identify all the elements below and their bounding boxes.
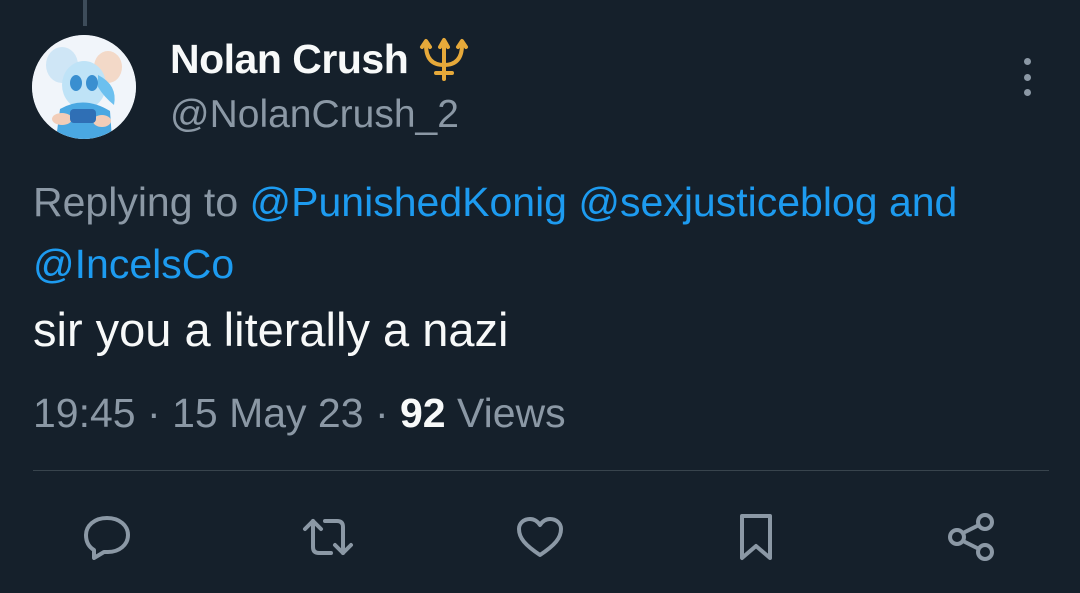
bookmark-button[interactable] bbox=[729, 510, 783, 564]
reply-button[interactable] bbox=[80, 510, 134, 564]
like-button[interactable] bbox=[513, 510, 567, 564]
views-label: Views bbox=[457, 390, 566, 436]
trident-icon bbox=[418, 37, 470, 83]
more-options-icon[interactable] bbox=[1013, 58, 1041, 96]
share-icon bbox=[945, 512, 997, 562]
tweet-meta-line: 19:45 · 15 May 23 · 92 Views bbox=[33, 390, 566, 437]
replying-to-line: Replying to @PunishedKonig @sexjusticebl… bbox=[33, 171, 1033, 295]
tweet-date[interactable]: 15 May 23 bbox=[172, 390, 363, 436]
display-name[interactable]: Nolan Crush bbox=[170, 36, 409, 83]
tweet-text: sir you a literally a nazi bbox=[33, 303, 509, 356]
retweet-icon bbox=[301, 515, 355, 559]
views-count: 92 bbox=[400, 390, 446, 436]
like-icon bbox=[515, 515, 565, 559]
author-handle[interactable]: @NolanCrush_2 bbox=[170, 93, 459, 137]
tweet-time[interactable]: 19:45 bbox=[33, 390, 136, 436]
share-button[interactable] bbox=[944, 510, 998, 564]
author-name-row: Nolan Crush bbox=[170, 36, 470, 83]
retweet-button[interactable] bbox=[301, 510, 355, 564]
reply-icon bbox=[82, 514, 132, 560]
mention-link-sexjusticeblog[interactable]: @sexjusticeblog bbox=[578, 179, 877, 225]
bookmark-icon bbox=[736, 512, 776, 562]
meta-separator: · bbox=[374, 390, 389, 436]
mention-connector-and[interactable]: and bbox=[889, 179, 957, 225]
divider bbox=[33, 470, 1049, 471]
replying-to-label: Replying to bbox=[33, 179, 239, 225]
meta-separator: · bbox=[147, 390, 161, 436]
avatar[interactable] bbox=[32, 35, 136, 139]
mention-link-punishedkonig[interactable]: @PunishedKonig bbox=[250, 179, 567, 225]
mention-link-incelsco[interactable]: @IncelsCo bbox=[33, 241, 234, 287]
thread-connector-line bbox=[83, 0, 87, 26]
